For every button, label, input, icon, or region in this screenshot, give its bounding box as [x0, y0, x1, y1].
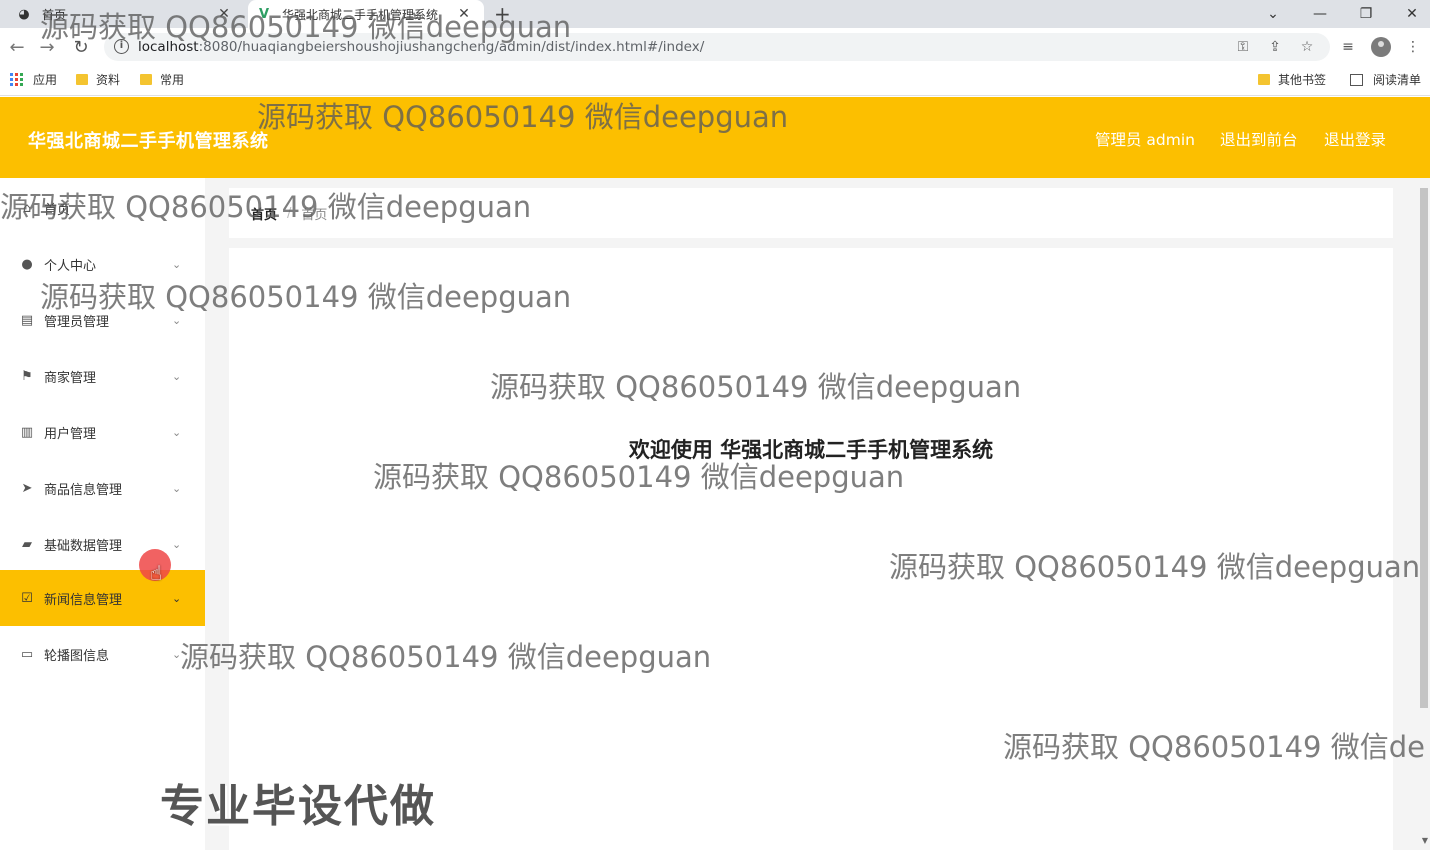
sidebar-item-carousel[interactable]: ▭ 轮播图信息 ⌄: [0, 626, 205, 682]
books-icon: ▥: [20, 424, 34, 440]
watermark: 源码获取 QQ86050149 微信deepguan: [889, 550, 1421, 584]
bookmark-label: 其他书签: [1278, 73, 1327, 87]
sidebar-item-label: 商家管理: [44, 370, 97, 386]
back-icon[interactable]: ←: [6, 36, 28, 58]
bookmark-label: 资料: [96, 73, 121, 87]
sidebar-item-label: 用户管理: [44, 426, 97, 442]
reading-list-icon: [1350, 73, 1363, 86]
bookmark-folder-common[interactable]: 常用: [140, 71, 184, 88]
key-icon[interactable]: ⚿: [1234, 38, 1252, 56]
bookmark-other[interactable]: 其他书签: [1258, 71, 1326, 88]
profile-avatar[interactable]: [1370, 36, 1392, 58]
sidebar-item-label: 轮播图信息: [44, 648, 110, 664]
close-window-icon[interactable]: ✕: [1389, 0, 1430, 28]
hand-cursor-icon: ☝: [150, 561, 163, 585]
sidebar-item-label: 商品信息管理: [44, 482, 123, 498]
watermark: 源码获取 QQ86050149 微信deepguan: [0, 190, 532, 224]
current-user: 管理员 admin: [1095, 131, 1195, 149]
bookmark-folder-docs[interactable]: 资料: [76, 71, 120, 88]
watermark: 源码获取 QQ86050149 微信deepguan: [180, 640, 712, 674]
chevron-down-icon: ⌄: [172, 425, 182, 439]
folder-icon: [140, 74, 152, 85]
sidebar-item-label: 基础数据管理: [44, 538, 123, 554]
logout-link[interactable]: 退出登录: [1324, 128, 1386, 150]
sidebar-item-news[interactable]: ☑ 新闻信息管理 ⌄: [0, 570, 205, 626]
bookmark-apps[interactable]: 应用: [10, 71, 57, 88]
media-icon[interactable]: ≡: [1337, 36, 1359, 58]
watermark: 源码获取 QQ86050149 微信de: [1003, 730, 1425, 764]
sidebar-item-users[interactable]: ▥ 用户管理 ⌄: [0, 404, 205, 460]
sidebar-item-base-data[interactable]: ▰ 基础数据管理 ⌄: [0, 516, 205, 572]
flag-icon: ⚑: [21, 368, 33, 384]
bookmark-label: 应用: [33, 73, 58, 87]
page-scrollbar[interactable]: [1420, 188, 1428, 708]
bookmark-label: 阅读清单: [1373, 73, 1422, 87]
tab-search-icon[interactable]: ⌄: [1250, 0, 1296, 28]
folder-icon: [1258, 74, 1270, 85]
briefcase-icon: ▰: [22, 536, 32, 552]
folder-icon: [76, 74, 88, 85]
menu-kebab-icon[interactable]: ⋮: [1402, 36, 1424, 58]
watermark: 源码获取 QQ86050149 微信deepguan: [490, 370, 1022, 404]
reading-list-button[interactable]: 阅读清单: [1350, 71, 1421, 88]
to-frontend-link[interactable]: 退出到前台: [1220, 128, 1298, 150]
clipboard-icon: ▤: [20, 312, 34, 328]
star-icon[interactable]: ☆: [1298, 38, 1316, 56]
watermark: 源码获取 QQ86050149 微信deepguan: [40, 280, 572, 314]
app-title: 华强北商城二手手机管理系统: [28, 131, 269, 152]
watermark: 源码获取 QQ86050149 微信deepguan: [40, 10, 572, 44]
avatar-icon: [1371, 37, 1391, 57]
apps-grid-icon: [10, 73, 23, 86]
promo-banner: 专业毕设代做: [160, 781, 436, 832]
scroll-down-arrow-icon[interactable]: ▼: [1422, 836, 1428, 845]
send-icon: ➤: [21, 480, 33, 496]
share-icon[interactable]: ⇪: [1266, 38, 1284, 56]
user-icon: ●: [21, 256, 33, 272]
page-icon: ◕: [18, 6, 30, 22]
sidebar-item-label: 个人中心: [44, 258, 97, 274]
checklist-icon: ☑: [21, 590, 33, 606]
minimize-icon[interactable]: —: [1297, 0, 1343, 28]
chevron-down-icon: ⌄: [172, 481, 182, 495]
sidebar-item-products[interactable]: ➤ 商品信息管理 ⌄: [0, 460, 205, 516]
watermark: 源码获取 QQ86050149 微信deepguan: [373, 460, 905, 494]
chevron-down-icon: ⌄: [172, 591, 182, 605]
sidebar-item-label: 新闻信息管理: [44, 592, 123, 608]
sidebar-item-merchants[interactable]: ⚑ 商家管理 ⌄: [0, 348, 205, 404]
watermark: 源码获取 QQ86050149 微信deepguan: [257, 100, 789, 134]
bookmarks-bar: 应用 资料 常用 其他书签 阅读清单: [0, 66, 1430, 96]
chevron-down-icon: ⌄: [172, 369, 182, 383]
restore-icon[interactable]: ❐: [1343, 0, 1389, 28]
chat-icon: ▭: [20, 646, 34, 662]
chevron-down-icon: ⌄: [172, 537, 182, 551]
chevron-down-icon: ⌄: [172, 257, 182, 271]
bookmark-label: 常用: [160, 73, 185, 87]
